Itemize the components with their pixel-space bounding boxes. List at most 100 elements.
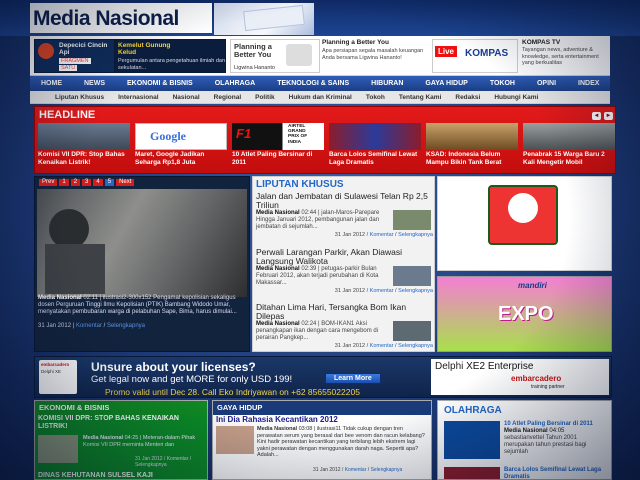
delphi-subhead: Get legal now and get MORE for only USD … [91, 374, 293, 385]
nav-home[interactable]: HOME [30, 76, 73, 91]
subnav-redaksi[interactable]: Redaksi [448, 91, 487, 103]
prev-arrow-icon[interactable]: ◄ [592, 112, 601, 120]
subnav-tokoh[interactable]: Tokoh [359, 91, 392, 103]
subnav-politik[interactable]: Politik [248, 91, 282, 103]
article-title[interactable]: Perwali Larangan Parkir, Akan Diawasi La… [256, 248, 433, 266]
section-title: GAYA HIDUP [213, 401, 431, 415]
headline-item[interactable]: Google Maret, Google Jadikan Seharga Rp1… [135, 123, 227, 173]
pager-next[interactable]: Next [116, 179, 135, 186]
featured-pagination: Prev 1 2 3 4 5 Next [39, 179, 135, 186]
mandiri-expo-ad[interactable]: mandiri EXPO [437, 276, 612, 352]
featured-image[interactable] [37, 189, 247, 297]
featured-meta: 31 Jan 2012 | Komentar / Selengkapnya [38, 323, 145, 329]
featured-story: Prev 1 2 3 4 5 Next Media Nasional 02:11… [34, 176, 250, 352]
comment-link[interactable]: Komentar [370, 288, 394, 294]
article-meta: 31 Jan 2012 / Komentar / Selengkapnya [334, 232, 433, 238]
ekonomi-column: EKONOMI & BISNIS KOMISI VII DPR: STOP BA… [34, 400, 208, 480]
article-meta: 31 Jan 2012 / Komentar / Selengkapnya [313, 467, 403, 473]
subnav-liputan-khusus[interactable]: Liputan Khusus [48, 91, 111, 103]
pager-page[interactable]: 3 [82, 179, 92, 186]
comment-link[interactable]: Komentar [345, 467, 367, 473]
ad-kompas-badge[interactable]: Live KOMPAS [432, 39, 518, 73]
ad-planning-text[interactable]: Planning a Better You Apa persiapan sega… [322, 39, 426, 73]
article-title[interactable]: Barca Lolos Semifinal Lewat Laga Dramati… [504, 467, 608, 479]
main-nav: HOME NEWS EKONOMI & BISNIS OLAHRAGA TEKN… [30, 76, 610, 91]
headline-item[interactable]: Komisi VII DPR: Stop Bahas Kenaikan List… [38, 123, 130, 173]
article-title[interactable]: Ini Dia Rahasia Kecantikan 2012 [213, 415, 431, 424]
article-title[interactable]: KOMISI VII DPR: STOP BAHAS KENAIKAN LIST… [35, 415, 207, 431]
delphi-logo-box: Delphi XE2 Enterprise embarcadero traini… [431, 359, 609, 395]
nav-gaya-hidup[interactable]: GAYA HIDUP [414, 76, 478, 91]
ad-kompas-text[interactable]: KOMPAS TV Tayangan news, adventure & kno… [522, 39, 608, 73]
headline-item[interactable]: Barca Lolos Semifinal Lewat Laga Dramati… [329, 123, 421, 173]
ad-kelud[interactable]: Kemelut Gunung Kelud Pergumulan antara p… [114, 39, 226, 73]
headline-title: HEADLINE [39, 109, 96, 121]
article-title[interactable]: DINAS KEHUTANAN SULSEL KAJI [38, 472, 153, 479]
article-block: 10 Atlet Paling Bersinar di 2011 Media N… [504, 421, 608, 456]
article-title[interactable]: 10 Atlet Paling Bersinar di 2011 [504, 421, 608, 428]
article-summary: Media Nasional 04:25 | Meteran-dalam Pih… [83, 435, 196, 448]
article-thumbnail[interactable] [444, 421, 500, 459]
read-more-link[interactable]: Selengkapnya [135, 462, 167, 468]
article-thumbnail[interactable] [393, 266, 431, 286]
delphi-banner[interactable]: embarcadero Delphi XE Unsure about your … [34, 356, 612, 398]
subnav-hukum-kriminal[interactable]: Hukum dan Kriminal [282, 91, 359, 103]
sidebar-ads: mandiri EXPO [437, 176, 612, 352]
headline-item[interactable]: Penabrak 15 Warga Baru 2 Kali Mengetir M… [523, 123, 615, 173]
gaya-hidup-column: GAYA HIDUP Ini Dia Rahasia Kecantikan 20… [212, 400, 432, 480]
nav-hiburan[interactable]: HIBURAN [360, 76, 414, 91]
article-title[interactable]: Ditahan Lima Hari, Tersangka Bom Ikan Di… [256, 303, 433, 321]
read-more-link[interactable]: Selengkapnya [398, 343, 433, 349]
read-more-link[interactable]: Selengkapnya [398, 288, 433, 294]
read-more-link[interactable]: Selengkapnya [107, 323, 145, 329]
embarcadero-logo: embarcadero [511, 374, 562, 383]
ad-planning-badge[interactable]: Planning a Better You Ligwina Hananto [230, 39, 320, 73]
ad-title: Planning a Better You [322, 39, 389, 46]
pager-prev[interactable]: Prev [39, 179, 58, 186]
nav-olahraga[interactable]: OLAHRAGA [204, 76, 266, 91]
headline-item[interactable]: KSAD: Indonesia Belum Mampu Bikin Tank B… [426, 123, 518, 173]
next-arrow-icon[interactable]: ► [604, 112, 613, 120]
headline-caption: Komisi VII DPR: Stop Bahas Kenaikan List… [38, 151, 125, 166]
subnav-regional[interactable]: Regional [207, 91, 248, 103]
learn-more-button[interactable]: Learn More [325, 373, 381, 384]
nav-ekonomi-bisnis[interactable]: EKONOMI & BISNIS [116, 76, 204, 91]
article-title[interactable]: Jalan dan Jembatan di Sulawesi Telan Rp … [256, 192, 433, 210]
liputan-khusus-panel: LIPUTAN KHUSUS Jalan dan Jembatan di Sul… [252, 176, 435, 352]
section-title: OLAHRAGA [444, 405, 502, 416]
headline-item[interactable]: F1 AIRTEL GRAND PRIX OF INDIA 10 Atlet Pali… [232, 123, 324, 173]
ad-tag: FRAGMEN [59, 58, 91, 64]
nav-teknologi-sains[interactable]: TEKNOLOGI & SAINS [266, 76, 360, 91]
newspaper-image [243, 4, 305, 32]
pager-page-current[interactable]: 5 [104, 179, 115, 186]
site-logo[interactable]: Media Nasional [30, 3, 212, 33]
subnav-tentang-kami[interactable]: Tentang Kami [392, 91, 449, 103]
article-meta: 31 Jan 2012 / Komentar / Selengkapnya [334, 288, 433, 294]
pager-page[interactable]: 1 [59, 179, 69, 186]
article-thumbnail[interactable] [444, 467, 500, 479]
subnav-hubungi-kami[interactable]: Hubungi Kami [487, 91, 545, 103]
read-more-link[interactable]: Selengkapnya [371, 467, 403, 473]
article-thumbnail[interactable] [393, 321, 431, 341]
pager-page[interactable]: 2 [70, 179, 81, 186]
article-thumbnail[interactable] [393, 210, 431, 230]
headline-image [329, 123, 421, 150]
article-thumbnail[interactable] [38, 435, 78, 463]
comment-link[interactable]: Komentar [76, 323, 102, 329]
nav-tokoh[interactable]: TOKOH [479, 76, 526, 91]
ad-badge: Planning a Better You [234, 42, 272, 59]
nav-index[interactable]: INDEX [567, 76, 610, 91]
comment-link[interactable]: Komentar [370, 232, 394, 238]
subnav-nasional[interactable]: Nasional [166, 91, 207, 103]
comment-link[interactable]: Komentar [370, 343, 394, 349]
live-badge: Live [435, 46, 458, 57]
read-more-link[interactable]: Selengkapnya [398, 232, 433, 238]
subnav-internasional[interactable]: Internasional [111, 91, 165, 103]
nav-opini[interactable]: OPINI [526, 76, 567, 91]
emblem-ad[interactable] [437, 176, 612, 271]
ad-title: KOMPAS TV [522, 39, 561, 46]
nav-news[interactable]: NEWS [73, 76, 116, 91]
article-summary: Media Nasional 02:24 | BOM-IKAN1 Aksi pe… [256, 321, 379, 341]
comment-link[interactable]: Komentar [167, 456, 189, 462]
pager-page[interactable]: 4 [93, 179, 103, 186]
